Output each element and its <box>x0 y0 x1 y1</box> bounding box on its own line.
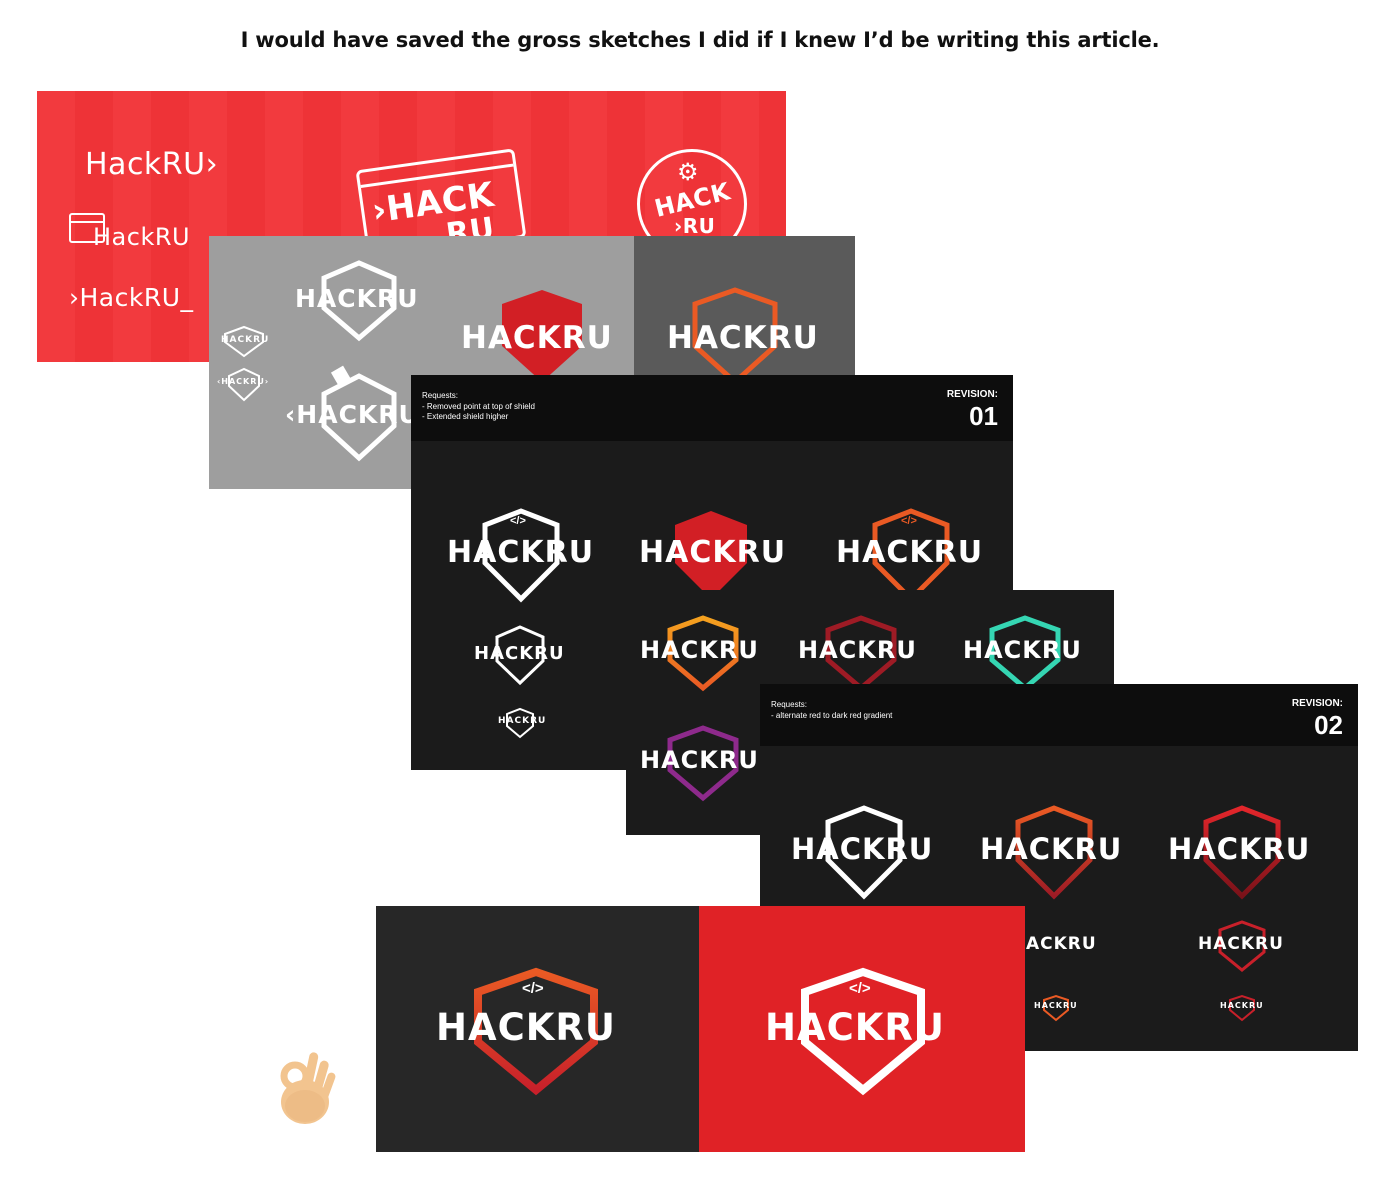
orange-logo-text: HACKRU <box>836 535 984 570</box>
final-red-section: </> HACKRU <box>699 906 1025 1152</box>
red-logo-text: HACKRU <box>1168 832 1311 866</box>
requests-title: Requests: <box>771 700 808 709</box>
sketch-wordmark-1: HackRU› <box>85 147 219 182</box>
red-logo-text-small: HACKRU <box>1220 1001 1264 1010</box>
red-logo-text-medium: HACKRU <box>1198 934 1284 954</box>
purple-logo-text: HACKRU <box>640 746 759 774</box>
small-logo-text-2: ‹HACKRU› <box>217 377 270 386</box>
requests-title: Requests: <box>422 391 459 400</box>
code-icon: </> <box>849 980 871 997</box>
article-caption: I would have saved the gross sketches I … <box>240 28 1160 52</box>
final-logo-text-dark: HACKRU <box>436 1006 616 1049</box>
teal-logo-text: HACKRU <box>963 636 1082 664</box>
ok-hand-icon <box>280 1052 336 1124</box>
final-logo-panel: </> HACKRU </> HACKRU <box>376 906 1025 1152</box>
white-logo-text: HACKRU <box>447 535 595 570</box>
sketch-wordmark-3: ›HackRU_ <box>69 283 194 312</box>
final-logo-text-red: HACKRU <box>765 1006 945 1049</box>
revision-01-requests: Requests: - Removed point at top of shie… <box>422 391 535 423</box>
request-item: - Extended shield higher <box>422 412 509 421</box>
sketch-badge-2: ›RU_ <box>674 214 726 238</box>
request-item: - alternate red to dark red gradient <box>771 710 893 720</box>
yellow-logo-text: HACKRU <box>640 636 759 664</box>
revision-label: REVISION: <box>1291 698 1343 709</box>
dark-red-logo-text: HACKRU <box>798 636 917 664</box>
sketch-wordmark-2: HackRU <box>93 223 191 251</box>
code-icon: </> <box>510 515 526 527</box>
white-logo-text-medium: HACKRU <box>474 643 565 664</box>
revision-label: REVISION: <box>946 389 998 400</box>
red-logo-text: HACKRU <box>639 535 787 570</box>
orange-logo-text: HACKRU <box>667 320 819 356</box>
partial-logo-text: ACKRU <box>1026 934 1097 954</box>
revision-01-header: Requests: - Removed point at top of shie… <box>411 375 1013 441</box>
white-logo-text-small: HACKRU <box>498 716 547 726</box>
revision-02-requests: Requests: - alternate red to dark red gr… <box>771 700 892 721</box>
gear-icon: ⚙ <box>677 159 699 186</box>
orange-logo-text: HACKRU <box>980 832 1123 866</box>
white-logo-text: HACKRU <box>791 832 934 866</box>
request-item: - Removed point at top of shield <box>422 401 535 411</box>
orange-logo-text-small: HACKRU <box>1034 1001 1078 1010</box>
red-logo-text: HACKRU <box>461 320 613 356</box>
revision-02-header: Requests: - alternate red to dark red gr… <box>760 684 1358 746</box>
final-dark-section: </> HACKRU <box>376 906 699 1152</box>
gray-logo-text-1: HACKRU <box>295 284 419 313</box>
code-icon: </> <box>901 515 917 527</box>
code-icon: </> <box>522 980 544 997</box>
revision-number: 01 <box>969 401 998 431</box>
revision-number: 02 <box>1314 710 1343 740</box>
gray-logo-text-2: ‹HACKRU <box>285 400 420 429</box>
small-logo-text-1: HACKRU <box>221 335 270 345</box>
